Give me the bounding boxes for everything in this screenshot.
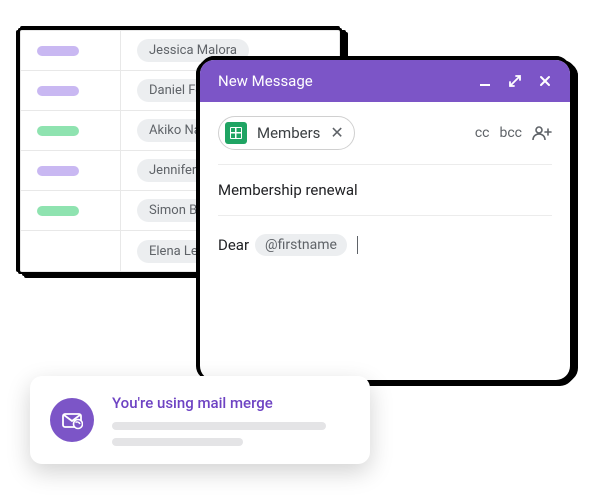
skeleton-line <box>112 438 243 446</box>
name-cell: Jessica Malora <box>121 39 339 62</box>
message-body[interactable]: Dear @firstname <box>218 216 552 256</box>
mail-merge-icon <box>50 398 94 442</box>
status-cell <box>21 191 121 230</box>
close-icon[interactable] <box>538 74 552 88</box>
compose-body: Members ✕ cc bcc Membership renewal Dear… <box>200 102 570 256</box>
status-cell <box>21 71 121 110</box>
banner-title: You're using mail merge <box>112 394 350 412</box>
status-cell <box>21 151 121 190</box>
compose-window: New Message Members ✕ cc bcc <box>200 60 570 380</box>
compose-window-actions <box>478 74 552 88</box>
recipients-row[interactable]: Members ✕ cc bcc <box>218 116 552 165</box>
mail-merge-banner: You're using mail merge <box>30 376 370 464</box>
merge-token-firstname[interactable]: @firstname <box>255 234 347 256</box>
skeleton-line <box>112 422 326 430</box>
subject-input[interactable]: Membership renewal <box>218 165 552 216</box>
remove-recipient-icon[interactable]: ✕ <box>330 125 343 141</box>
body-text: Dear <box>218 236 249 254</box>
compose-title: New Message <box>218 72 313 90</box>
sheets-icon <box>225 122 247 144</box>
status-pill <box>37 166 79 176</box>
recipient-chip[interactable]: Members ✕ <box>218 116 355 150</box>
cc-button[interactable]: cc <box>475 125 490 141</box>
expand-icon[interactable] <box>508 74 522 88</box>
status-cell <box>21 231 121 271</box>
status-pill <box>37 126 79 136</box>
status-pill <box>37 86 79 96</box>
minimize-icon[interactable] <box>478 74 492 88</box>
add-recipient-icon[interactable] <box>532 125 552 141</box>
compose-header: New Message <box>200 60 570 102</box>
status-cell <box>21 111 121 150</box>
status-cell <box>21 31 121 70</box>
status-pill <box>37 46 79 56</box>
text-cursor <box>357 236 358 254</box>
bcc-button[interactable]: bcc <box>499 125 522 141</box>
cc-bcc-group: cc bcc <box>475 125 552 141</box>
banner-content: You're using mail merge <box>112 394 350 446</box>
status-pill <box>37 206 79 216</box>
recipient-label: Members <box>257 124 320 142</box>
name-chip: Jessica Malora <box>137 39 249 62</box>
